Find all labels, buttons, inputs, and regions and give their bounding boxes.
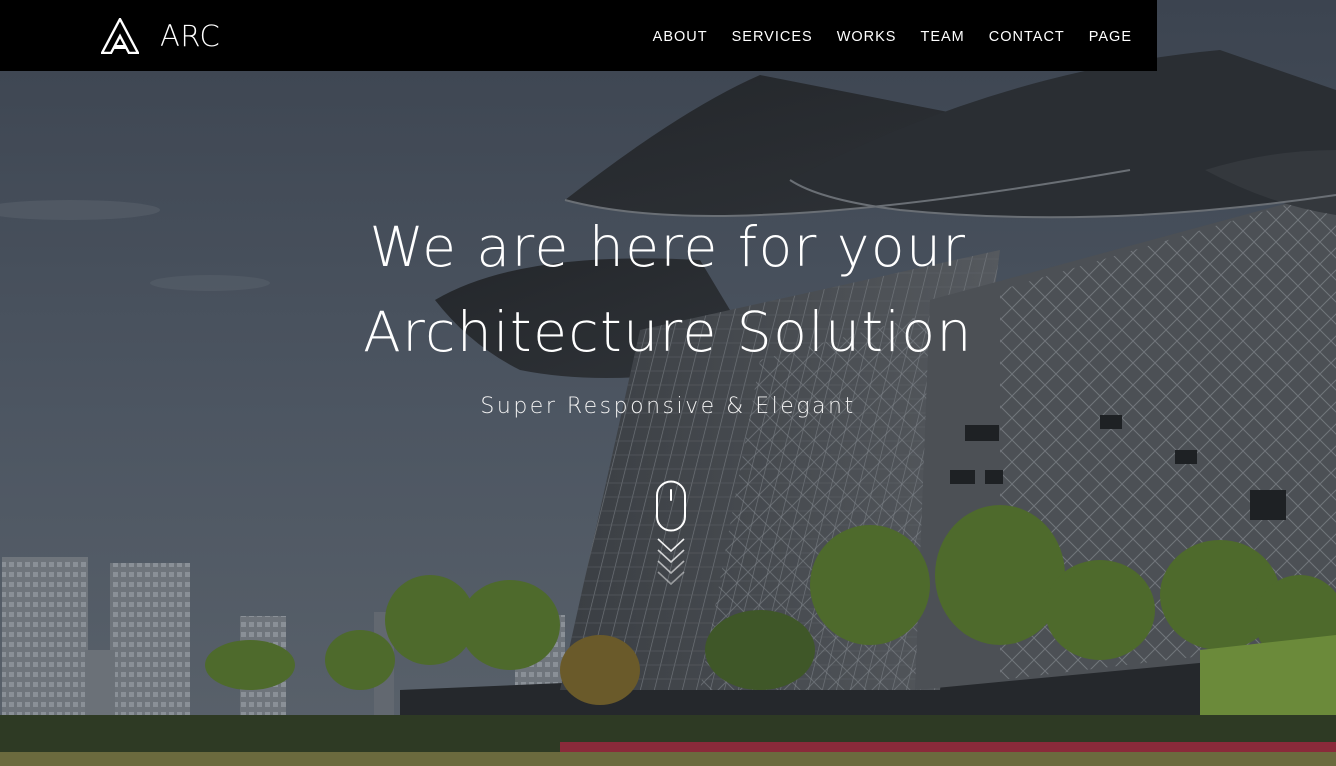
hero-headline-line-2: Architecture Solution	[363, 300, 973, 364]
nav-link-page[interactable]: PAGE	[1089, 29, 1132, 45]
nav-item-about: ABOUT	[653, 26, 708, 45]
hero-headline-line-1: We are here for your	[369, 215, 967, 279]
nav-link-contact[interactable]: CONTACT	[989, 29, 1065, 45]
hero-subtitle: Super Responsive & Elegant	[480, 394, 856, 419]
mouse-scroll-icon	[652, 480, 690, 532]
brand-name: ARC	[160, 19, 221, 53]
hero-headline: We are here for your Architecture Soluti…	[268, 205, 1068, 375]
nav-link-works[interactable]: WORKS	[837, 29, 897, 45]
hero-section: ARC ABOUT SERVICES WORKS TEAM CONTACT PA…	[0, 0, 1336, 766]
scroll-down-button[interactable]	[652, 480, 690, 590]
main-nav-menu: ABOUT SERVICES WORKS TEAM CONTACT PAGE	[629, 0, 1132, 71]
nav-item-team: TEAM	[920, 26, 964, 45]
nav-link-about[interactable]: ABOUT	[653, 29, 708, 45]
top-navbar: ARC ABOUT SERVICES WORKS TEAM CONTACT PA…	[0, 0, 1157, 71]
double-chevron-down-icon	[652, 532, 690, 588]
nav-link-team[interactable]: TEAM	[920, 29, 964, 45]
nav-item-services: SERVICES	[732, 26, 813, 45]
triangle-a-logo-icon	[101, 18, 139, 54]
nav-item-works: WORKS	[837, 26, 897, 45]
nav-item-page: PAGE	[1089, 26, 1132, 45]
hero-content: We are here for your Architecture Soluti…	[268, 205, 1068, 419]
nav-link-services[interactable]: SERVICES	[732, 29, 813, 45]
nav-item-contact: CONTACT	[989, 26, 1065, 45]
brand-logo-link[interactable]: ARC	[101, 17, 220, 55]
